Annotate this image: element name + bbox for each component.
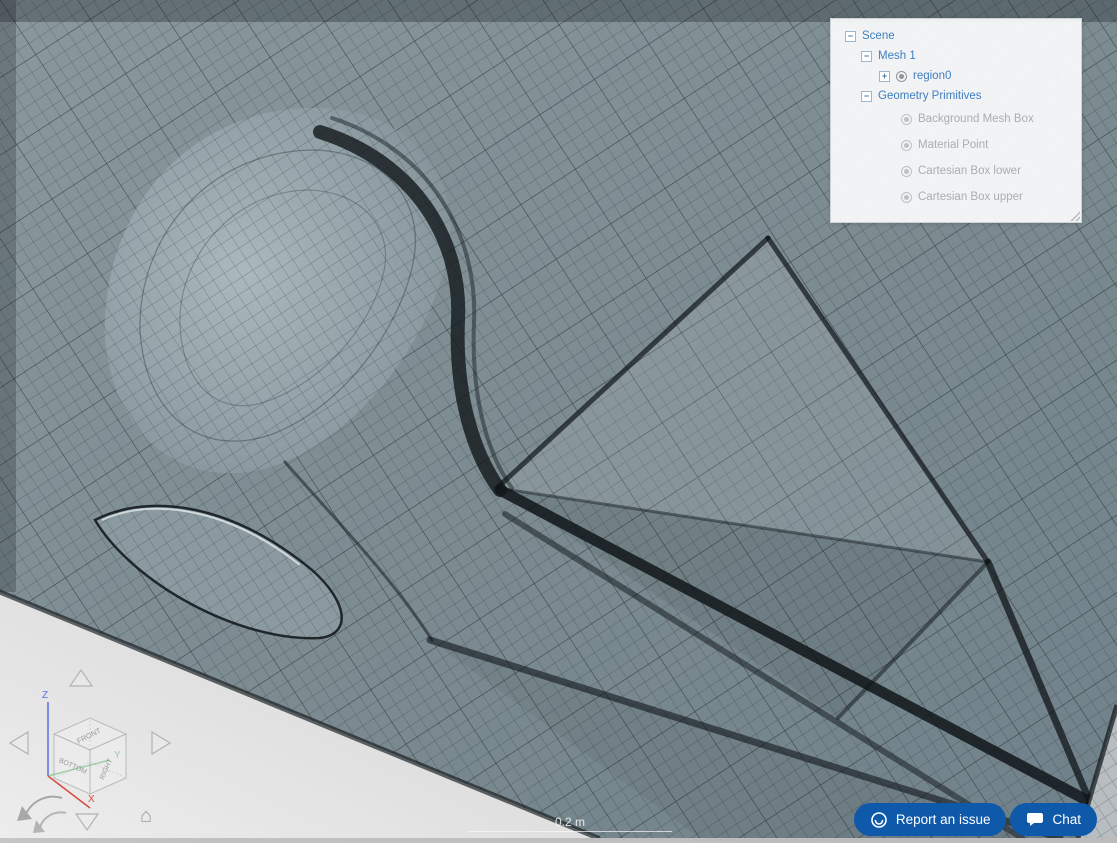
collapse-icon[interactable]: − (861, 90, 872, 102)
tree-item-background-mesh-box[interactable]: Background Mesh Box (835, 106, 1077, 132)
tree-item-label: region0 (913, 70, 952, 82)
rotate-up-arrow[interactable] (68, 668, 94, 687)
tree-item-geometry-primitives[interactable]: − Geometry Primitives (835, 86, 1077, 106)
collapse-icon[interactable]: − (845, 30, 856, 42)
feedback-smiley-icon (871, 811, 887, 828)
tree-item-cartesian-box-lower[interactable]: Cartesian Box lower (835, 158, 1077, 184)
report-issue-label: Report an issue (895, 812, 991, 827)
visibility-eye-icon[interactable] (901, 139, 912, 151)
chat-bubble-icon (1027, 812, 1044, 826)
tree-item-label: Cartesian Box lower (918, 165, 1021, 177)
collapse-icon[interactable]: − (861, 50, 872, 62)
scale-bar: 0.2 m (468, 815, 672, 832)
tree-item-label: Material Point (918, 139, 989, 151)
axis-z-label: Z (42, 690, 48, 701)
tree-item-scene[interactable]: − Scene (835, 26, 1077, 46)
tree-item-mesh-1[interactable]: − Mesh 1 (835, 46, 1077, 66)
panel-resize-handle[interactable] (1068, 209, 1080, 221)
tree-item-label: Mesh 1 (878, 50, 916, 62)
chat-button[interactable]: Chat (1010, 803, 1097, 836)
tree-item-label: Background Mesh Box (918, 113, 1034, 125)
expand-icon[interactable]: + (879, 70, 890, 82)
home-icon[interactable]: ⌂ (140, 805, 152, 827)
visibility-eye-icon[interactable] (901, 113, 912, 125)
rotate-down-arrow[interactable] (74, 813, 100, 832)
axis-x-label: X (88, 794, 95, 805)
tree-item-label: Cartesian Box upper (918, 191, 1023, 203)
navigation-widget: FRONT BOTTOM RIGHT Z X Y ⌂ (2, 648, 192, 838)
scale-bar-line (468, 831, 672, 832)
rotate-right-arrow[interactable] (151, 730, 172, 756)
footer-buttons: Report an issue Chat (853, 803, 1097, 836)
viewer-app: − Scene − Mesh 1 + region0 − Geometry Pr… (0, 0, 1117, 838)
axis-y-label: Y (114, 750, 121, 761)
tree-item-label: Geometry Primitives (878, 90, 982, 102)
scale-bar-label: 0.2 m (554, 815, 585, 829)
tree-item-material-point[interactable]: Material Point (835, 132, 1077, 158)
chat-label: Chat (1052, 812, 1081, 827)
tree-item-label: Scene (862, 30, 895, 42)
rotate-ccw-arrows[interactable] (17, 795, 67, 833)
scene-tree-panel: − Scene − Mesh 1 + region0 − Geometry Pr… (830, 18, 1082, 223)
rotate-left-arrow[interactable] (8, 730, 29, 756)
tree-item-cartesian-box-upper[interactable]: Cartesian Box upper (835, 184, 1077, 210)
visibility-eye-icon[interactable] (901, 165, 912, 177)
report-issue-button[interactable]: Report an issue (853, 803, 1007, 836)
visibility-eye-icon[interactable] (901, 191, 912, 203)
visibility-eye-icon[interactable] (896, 70, 907, 82)
tree-item-region0[interactable]: + region0 (835, 66, 1077, 86)
